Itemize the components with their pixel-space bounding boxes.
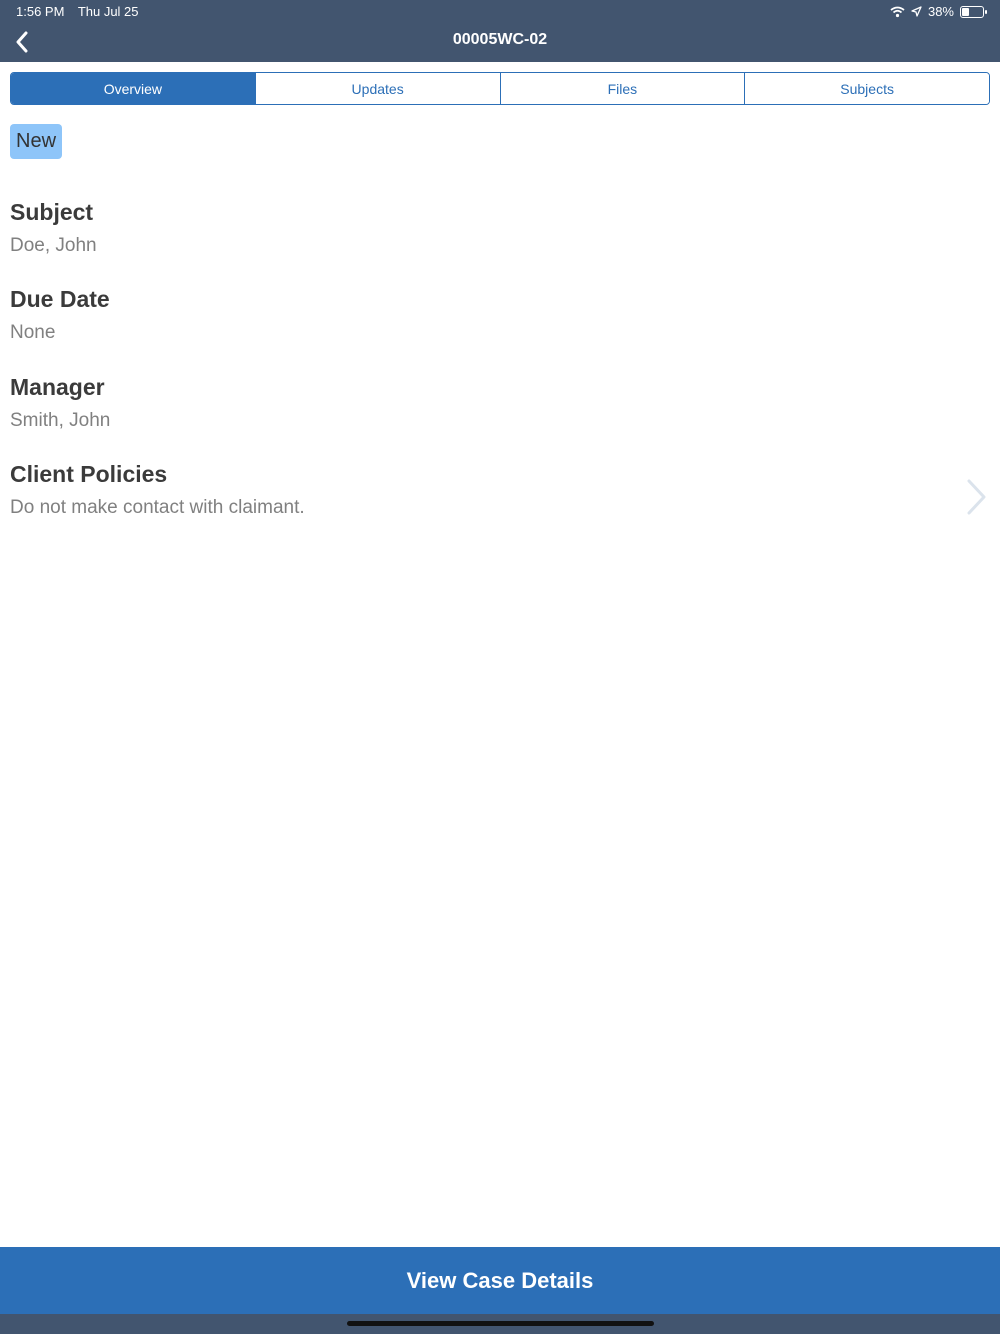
status-bar-left: 1:56 PM Thu Jul 25: [16, 4, 149, 19]
top-bar: 1:56 PM Thu Jul 25 38% 00005WC-02: [0, 0, 1000, 62]
subject-field: Subject Doe, John: [10, 199, 97, 257]
tab-overview[interactable]: Overview: [11, 73, 256, 104]
status-time: 1:56 PM: [16, 4, 65, 19]
tab-updates[interactable]: Updates: [255, 73, 501, 104]
chevron-right-icon: [967, 479, 986, 515]
location-arrow-icon: [911, 6, 922, 17]
page-title: 00005WC-02: [452, 31, 548, 48]
tab-subjects[interactable]: Subjects: [745, 73, 989, 104]
status-date: Thu Jul 25: [77, 4, 139, 19]
segmented-tabs: Overview Updates Files Subjects: [10, 72, 990, 105]
client-policies-field: Client Policies Do not make contact with…: [10, 461, 305, 519]
home-indicator[interactable]: [347, 1321, 654, 1326]
bottom-bar: [0, 1314, 1000, 1334]
status-badge: New: [10, 124, 63, 159]
battery-percent: 38%: [927, 4, 954, 19]
subject-value: Doe, John: [10, 235, 97, 256]
battery-fill: [962, 7, 969, 16]
status-bar-right: 38%: [890, 4, 987, 19]
client-policies-value: Do not make contact with claimant.: [10, 497, 305, 518]
due-date-value: None: [10, 322, 56, 343]
manager-label: Manager: [10, 374, 105, 400]
due-date-field: Due Date None: [10, 286, 110, 344]
battery-icon: [960, 5, 987, 18]
manager-value: Smith, John: [10, 410, 111, 431]
due-date-label: Due Date: [10, 286, 110, 312]
manager-field: Manager Smith, John: [10, 374, 110, 432]
view-case-details-button[interactable]: View Case Details: [0, 1247, 1000, 1314]
client-policies-label: Client Policies: [10, 461, 168, 487]
client-policies-row[interactable]: Client Policies Do not make contact with…: [0, 460, 1000, 530]
tab-files[interactable]: Files: [500, 73, 746, 104]
wifi-icon: [890, 6, 905, 17]
subject-label: Subject: [10, 199, 94, 225]
